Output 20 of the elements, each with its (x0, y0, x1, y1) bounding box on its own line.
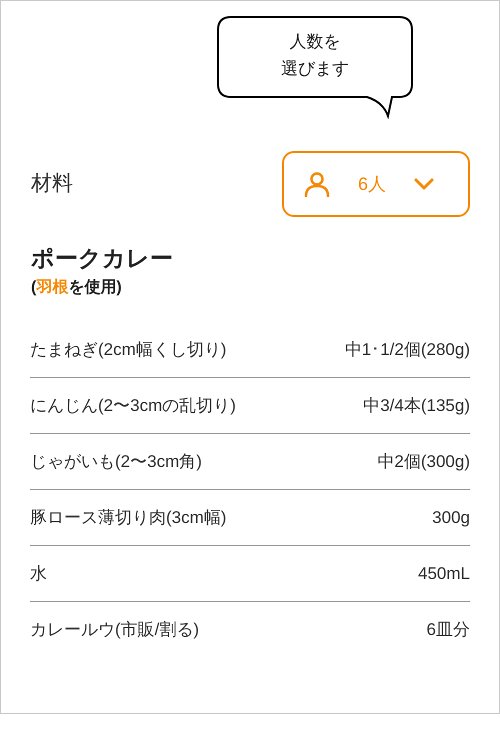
ingredient-amount: 中3/4本(135g) (363, 394, 470, 417)
bubble-text: 人数を (290, 31, 340, 53)
ingredient-name: じゃがいも(2〜3cm角) (30, 450, 202, 473)
ingredient-amount: 6皿分 (426, 619, 470, 642)
ingredient-name: 水 (30, 562, 47, 585)
recipe-title: ポークカレー (31, 244, 174, 273)
section-title: 材料 (31, 171, 73, 198)
ingredient-amount: 中1･1/2個(280g) (344, 338, 470, 361)
ingredient-amount: 中2個(300g) (377, 450, 470, 473)
ingredient-amount: 300g (432, 506, 470, 529)
ingredient-name: 豚ロース薄切り肉(3cm幅) (30, 506, 226, 529)
bubble-text: 選びます (281, 58, 349, 80)
chevron-down-icon (414, 178, 434, 190)
ingredient-name: たまねぎ(2cm幅くし切り) (30, 338, 226, 361)
recipe-subtitle: (羽根を使用) (31, 278, 123, 298)
servings-dropdown[interactable]: 6人 (282, 151, 470, 217)
ingredient-amount: 450mL (418, 562, 470, 585)
person-icon (304, 171, 330, 197)
ingredient-name: カレールウ(市販/割る) (30, 619, 200, 642)
ingredient-name: にんじん(2〜3cmの乱切り) (30, 394, 236, 417)
